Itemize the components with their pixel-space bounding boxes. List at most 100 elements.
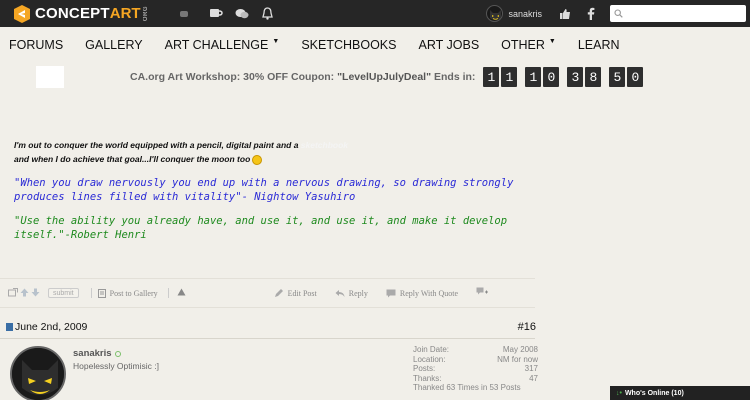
signature-line-2: and when I do achieve that goal...I'll c… (14, 152, 534, 166)
reply-arrow-icon (335, 289, 345, 298)
caret-down-icon: ▼ (272, 37, 280, 45)
user-stats: Join Date: May 2008 Location: NM for now P… (413, 345, 538, 393)
countdown-digit: 0 (543, 67, 560, 87)
promo-prefix: CA.org Art Workshop: 30% OFF Coupon: (130, 71, 338, 83)
nav-item-forums[interactable]: FORUMS (9, 38, 63, 52)
reply-button[interactable]: Reply (335, 289, 368, 298)
signature-text: I'm out to conquer the world equipped wi… (14, 140, 301, 150)
countdown-digit: 3 (567, 67, 584, 87)
edit-post-label: Edit Post (287, 288, 317, 298)
vote-controls: submit (8, 287, 79, 299)
upvote-arrow-icon[interactable] (20, 288, 29, 299)
top-bar: CONCEPT ART ORG sanakris (0, 0, 750, 27)
submit-vote-button[interactable]: submit (48, 288, 79, 298)
record-icon[interactable] (171, 0, 197, 27)
signature-faded-text: sketchbook (300, 140, 349, 150)
user-title: Hopelessly Optimisic :] (73, 361, 159, 371)
logo-text-main: CONCEPT (35, 5, 110, 22)
stat-value: NM for now (497, 354, 538, 364)
reply-with-quote-label: Reply With Quote (399, 288, 459, 298)
promo-thumbnail (36, 66, 64, 88)
countdown-digit: 1 (525, 67, 542, 87)
thumbs-up-icon[interactable] (552, 0, 578, 27)
share-icon[interactable] (8, 287, 18, 299)
nav-item-label: OTHER (501, 38, 545, 52)
stat-label: Location: (413, 354, 446, 364)
warning-icon[interactable] (177, 288, 186, 298)
promo-code: "LevelUpJulyDeal" (337, 71, 432, 83)
nav-item-label: GALLERY (85, 38, 143, 52)
caret-down-icon: ▼ (548, 37, 556, 45)
post-username[interactable]: sanakris (73, 348, 121, 359)
nav-item-learn[interactable]: LEARN (578, 38, 620, 52)
site-logo[interactable]: CONCEPT ART ORG (12, 0, 149, 27)
countdown-digit: 5 (609, 67, 626, 87)
top-username-link[interactable]: sanakris (508, 9, 542, 19)
stat-value: 317 (524, 364, 538, 373)
nav-item-label: ART JOBS (418, 38, 480, 52)
stat-row: Posts: 317 (413, 364, 538, 374)
post-status-icon (6, 323, 13, 331)
search-icon (614, 5, 623, 23)
bell-icon[interactable] (255, 0, 281, 27)
nav-item-label: FORUMS (9, 38, 64, 52)
post-to-gallery-label: Post to Gallery (109, 288, 158, 298)
chat-bubbles-icon[interactable] (229, 0, 255, 27)
logo-text-accent: ART (109, 5, 141, 22)
reply-label: Reply (348, 288, 368, 298)
online-status-icon (114, 350, 121, 357)
signature-text: and when I do achieve that goal...I'll c… (14, 154, 251, 164)
downvote-arrow-icon[interactable] (31, 288, 40, 299)
countdown-digit: 1 (483, 67, 500, 87)
username-link[interactable]: sanakris (73, 348, 112, 359)
pencil-icon (274, 288, 284, 298)
nav-item-other[interactable]: OTHER ▼ (501, 37, 556, 53)
promo-suffix: Ends in: (431, 71, 476, 83)
reply-with-quote-button[interactable]: Reply With Quote (386, 289, 458, 298)
logo-text-suffix: ORG (142, 5, 149, 22)
post-to-gallery-button[interactable]: Post to Gallery (97, 288, 158, 298)
stat-value: May 2008 (502, 345, 538, 354)
search-input[interactable] (623, 8, 743, 19)
nav-item-gallery[interactable]: GALLERY (85, 38, 142, 52)
post-number-link[interactable]: #16 (518, 321, 536, 333)
post-signature: I'm out to conquer the world equipped wi… (14, 138, 534, 242)
stat-row: Thanks: 47 (413, 374, 538, 384)
stat-label: Join Date: (413, 345, 450, 354)
quote-nightow: "When you draw nervously you end up with… (14, 177, 514, 203)
edit-post-button[interactable]: Edit Post (274, 288, 317, 298)
countdown-digit: 0 (627, 67, 644, 87)
nav-item-label: ART CHALLENGE (164, 38, 269, 52)
facebook-icon[interactable] (578, 0, 604, 27)
whos-online-tab[interactable]: ↓• Who's Online (10) (610, 386, 750, 400)
multi-quote-icon[interactable] (476, 287, 489, 299)
stat-row: Join Date: May 2008 (413, 345, 538, 355)
thanked-count: Thanked 63 Times in 53 Posts (413, 383, 521, 392)
countdown-digit: 1 (501, 67, 518, 87)
nav-item-art-jobs[interactable]: ART JOBS (418, 38, 479, 52)
search-box[interactable] (610, 5, 746, 22)
stat-label: Thanks: (413, 373, 442, 383)
countdown-timer: 1 1 1 0 3 8 5 0 (483, 67, 644, 87)
stat-label: Posts: (413, 364, 436, 373)
nav-item-label: LEARN (577, 38, 620, 52)
user-avatar[interactable] (10, 346, 66, 400)
gallery-icon (97, 288, 106, 298)
quote-bubble-icon (386, 289, 396, 298)
stat-value: 47 (529, 373, 538, 383)
stat-row: Location: NM for now (413, 355, 538, 365)
smiley-icon (252, 154, 263, 165)
user-avatar-small[interactable] (486, 5, 504, 22)
nav-item-sketchbooks[interactable]: SKETCHBOOKS (301, 38, 396, 52)
whos-online-label: Who's Online (10) (624, 389, 684, 397)
logo-mark-icon (12, 4, 32, 23)
promo-text: CA.org Art Workshop: 30% OFF Coupon: "Le… (130, 71, 475, 83)
coffee-cup-icon[interactable] (203, 0, 229, 27)
promo-banner[interactable]: CA.org Art Workshop: 30% OFF Coupon: "Le… (36, 66, 656, 88)
expand-arrow-icon: ↓• (616, 389, 622, 397)
nav-item-art-challenge[interactable]: ART CHALLENGE ▼ (164, 37, 280, 53)
post-actions-bar: submit Post to Gallery Edit Post Reply R… (0, 278, 535, 308)
post-date: June 2nd, 2009 (15, 321, 88, 333)
nav-item-label: SKETCHBOOKS (301, 38, 397, 52)
signature-line-1: I'm out to conquer the world equipped wi… (14, 138, 534, 152)
